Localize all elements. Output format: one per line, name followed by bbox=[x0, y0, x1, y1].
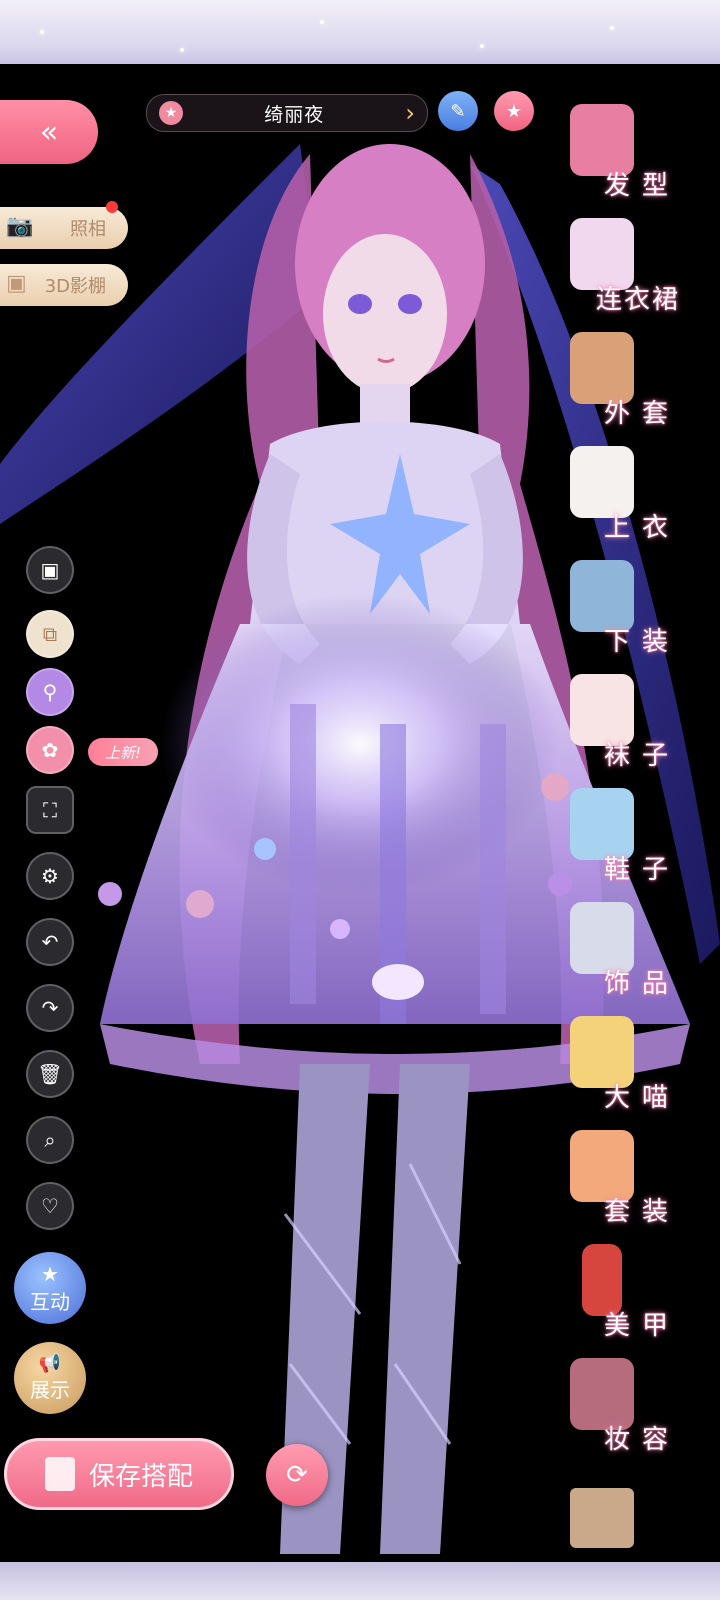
photo-label: 照相 bbox=[70, 219, 106, 240]
category-bottoms[interactable]: 下装 bbox=[564, 560, 694, 672]
category-nails[interactable]: 美甲 bbox=[564, 1244, 694, 1356]
show-button[interactable]: 📢 展示 bbox=[14, 1342, 86, 1414]
layers-icon: ⧉ bbox=[42, 622, 58, 646]
double-chevron-left-icon: « bbox=[39, 114, 59, 150]
camera-icon: 📷 bbox=[6, 214, 34, 239]
save-outfit-button[interactable]: 保存搭配 bbox=[4, 1438, 234, 1510]
pencil-icon: ✎ bbox=[450, 100, 466, 122]
outfit-name-bar[interactable]: ★ 绮丽夜 › bbox=[146, 94, 428, 132]
favorite-button[interactable]: ★ bbox=[494, 91, 534, 131]
category-makeup[interactable]: 妆容 bbox=[564, 1358, 694, 1470]
settings-button[interactable]: ⚙ bbox=[26, 852, 74, 900]
search-filter-icon: ⚲ bbox=[42, 680, 58, 704]
swap-icon: ⟳ bbox=[286, 1460, 308, 1490]
settings-icon: ⚙ bbox=[41, 864, 59, 888]
category-socks[interactable]: 袜子 bbox=[564, 674, 694, 786]
undo-icon: ↶ bbox=[41, 930, 59, 954]
nav-bar-area bbox=[0, 1562, 720, 1600]
category-coat[interactable]: 外套 bbox=[564, 332, 694, 444]
category-top[interactable]: 上衣 bbox=[564, 446, 694, 558]
interact-label: 互动 bbox=[30, 1289, 70, 1314]
show-label: 展示 bbox=[30, 1378, 70, 1402]
photo-button[interactable]: 📷 照相 bbox=[0, 207, 128, 249]
outfit-name: 绮丽夜 bbox=[264, 103, 325, 126]
category-dress[interactable]: 连衣裙 bbox=[564, 218, 694, 330]
category-accessories[interactable]: 饰品 bbox=[564, 902, 694, 1014]
megaphone-icon: 📢 bbox=[38, 1353, 62, 1374]
switch-button[interactable]: ⟳ bbox=[266, 1444, 328, 1506]
like-button[interactable]: ♡ bbox=[26, 1182, 74, 1230]
status-bar-area bbox=[0, 0, 720, 64]
category-cat[interactable]: 大喵 bbox=[564, 1016, 694, 1128]
fullscreen-button[interactable]: ⛶ bbox=[26, 786, 74, 834]
background-button[interactable]: ▣ bbox=[26, 546, 74, 594]
layers-button[interactable]: ⧉ bbox=[26, 610, 74, 658]
filter-search-button[interactable]: ⚲ bbox=[26, 668, 74, 716]
notification-dot bbox=[106, 201, 118, 213]
palette-icon: ✿ bbox=[41, 738, 59, 762]
category-suit[interactable]: 套装 bbox=[564, 1130, 694, 1242]
zoom-button[interactable]: ⌕ bbox=[26, 1116, 74, 1164]
redo-icon: ↷ bbox=[41, 996, 59, 1020]
background-icon: ▣ bbox=[40, 558, 60, 582]
edit-button[interactable]: ✎ bbox=[438, 91, 478, 131]
cube-icon: ▣ bbox=[6, 271, 27, 296]
trash-icon: 🗑 bbox=[37, 1062, 63, 1086]
category-shoes[interactable]: 鞋子 bbox=[564, 788, 694, 900]
save-label: 保存搭配 bbox=[88, 1461, 193, 1492]
new-badge: 上新! bbox=[88, 738, 158, 766]
back-button[interactable]: « bbox=[0, 100, 98, 164]
palette-button[interactable]: ✿ bbox=[26, 726, 74, 774]
right-leg bbox=[380, 1064, 470, 1554]
studio-3d-button[interactable]: ▣ 3D影棚 bbox=[0, 264, 128, 306]
interact-button[interactable]: ★ 互动 bbox=[14, 1252, 86, 1324]
delete-button[interactable]: 🗑 bbox=[26, 1050, 74, 1098]
face bbox=[323, 234, 447, 394]
star-icon: ★ bbox=[505, 100, 523, 122]
undo-button[interactable]: ↶ bbox=[26, 918, 74, 966]
fullscreen-icon: ⛶ bbox=[43, 798, 57, 822]
zoom-icon: ⌕ bbox=[44, 1128, 56, 1152]
palette-thumbnail-icon[interactable] bbox=[570, 1488, 634, 1548]
redo-button[interactable]: ↷ bbox=[26, 984, 74, 1032]
category-hair[interactable]: 发型 bbox=[564, 104, 694, 216]
heart-icon: ♡ bbox=[41, 1194, 59, 1218]
chevron-right-icon[interactable]: › bbox=[405, 99, 415, 127]
star-icon: ★ bbox=[41, 1261, 59, 1286]
studio-3d-label: 3D影棚 bbox=[44, 276, 106, 297]
star-icon: ★ bbox=[159, 101, 183, 125]
save-icon bbox=[44, 1457, 75, 1491]
